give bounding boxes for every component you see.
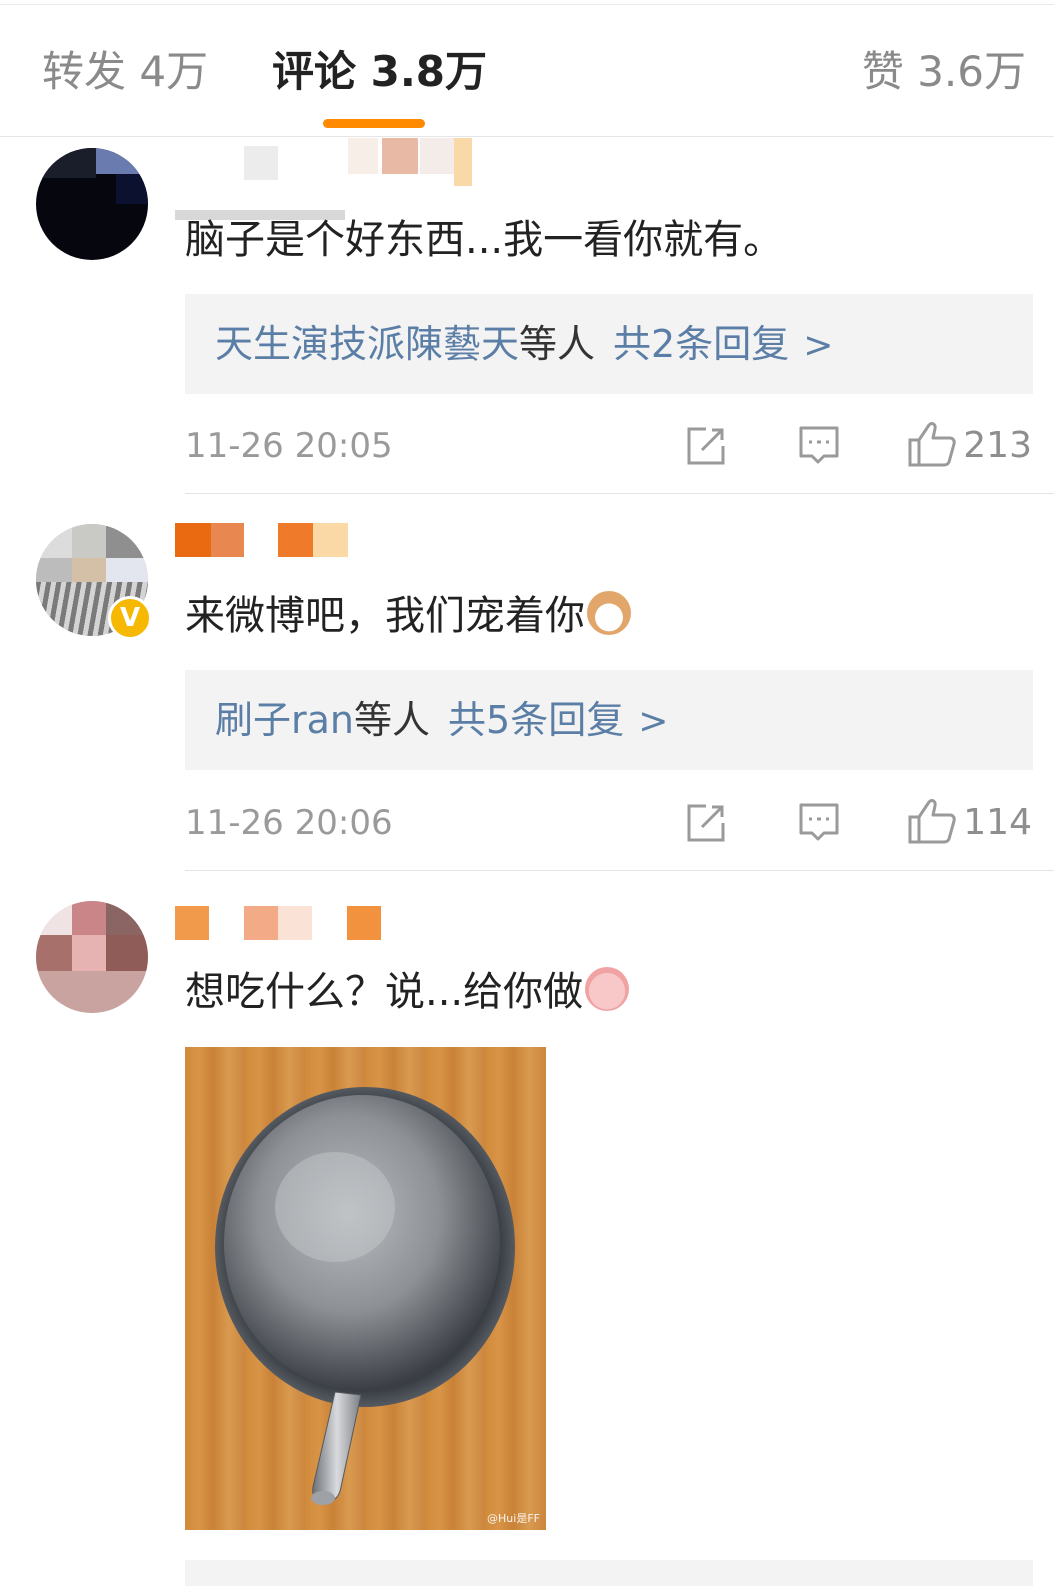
username-blurred[interactable] <box>382 138 418 174</box>
username-blurred[interactable] <box>175 523 211 557</box>
reply-count[interactable]: 共2条回复 <box>613 322 789 366</box>
username-blurred[interactable] <box>278 523 313 557</box>
share-icon[interactable] <box>684 801 728 845</box>
replies-summary[interactable]: 天生演技派陳藝天等人 共2条回复 > <box>185 294 1033 394</box>
tab-likes[interactable]: 赞 3.6万 <box>862 44 1026 100</box>
wok-pan-illustration <box>215 1087 515 1505</box>
comment-text: 来微博吧，我们宠着你 <box>185 588 631 644</box>
username-blurred[interactable] <box>420 138 454 174</box>
comment-divider <box>185 493 1054 494</box>
username-blurred[interactable] <box>211 523 244 557</box>
like-icon[interactable] <box>907 420 957 468</box>
username-blurred[interactable] <box>244 146 278 180</box>
cat-face-icon <box>587 591 631 635</box>
comment-divider <box>185 870 1054 871</box>
reply-users[interactable]: 刷子ran <box>215 698 354 742</box>
like-count: 213 <box>963 425 1032 466</box>
comment-text: 脑子是个好东西...我一看你就有。 <box>185 217 784 263</box>
username-blurred[interactable] <box>454 138 472 186</box>
like-count: 114 <box>963 802 1032 843</box>
avatar[interactable] <box>36 901 148 1013</box>
comment-time: 11-26 20:05 <box>185 426 393 466</box>
pig-face-icon <box>585 967 630 1011</box>
comment-time: 11-26 20:06 <box>185 803 393 843</box>
reply-etc: 等人 <box>354 698 431 742</box>
replies-summary-partial[interactable] <box>185 1560 1033 1586</box>
comment-text: 想吃什么？说...给你做 <box>185 964 630 1020</box>
comment-image[interactable]: @Hui是FF <box>185 1047 546 1530</box>
username-blurred[interactable] <box>278 906 312 940</box>
like-icon[interactable] <box>907 797 957 845</box>
active-tab-indicator <box>323 119 425 128</box>
username-blurred[interactable] <box>244 906 278 940</box>
replies-summary[interactable]: 刷子ran等人 共5条回复 > <box>185 670 1033 770</box>
replies-summary-text: 天生演技派陳藝天等人 共2条回复 > <box>215 316 833 374</box>
tab-comments[interactable]: 评论 3.8万 <box>272 44 487 100</box>
comment-text-body: 想吃什么？说...给你做 <box>185 969 584 1015</box>
verified-badge: V <box>108 596 152 640</box>
username-blurred[interactable] <box>348 138 378 174</box>
comment-text-body: 来微博吧，我们宠着你 <box>185 593 585 639</box>
chevron-right-icon: > <box>803 325 834 366</box>
comment-icon[interactable] <box>797 424 841 468</box>
reply-count[interactable]: 共5条回复 <box>448 698 624 742</box>
replies-summary-text: 刷子ran等人 共5条回复 > <box>215 692 668 750</box>
tab-repost[interactable]: 转发 4万 <box>42 44 208 100</box>
reply-users[interactable]: 天生演技派陳藝天 <box>215 322 519 366</box>
username-blurred[interactable] <box>175 906 209 940</box>
avatar[interactable] <box>36 148 148 260</box>
reply-etc: 等人 <box>519 322 596 366</box>
comment-icon[interactable] <box>797 801 841 845</box>
share-icon[interactable] <box>684 424 728 468</box>
image-watermark: @Hui是FF <box>487 1512 540 1525</box>
comment-tabs: 转发 4万 评论 3.8万 赞 3.6万 <box>0 0 1054 137</box>
chevron-right-icon: > <box>638 701 669 742</box>
username-blurred[interactable] <box>347 906 381 940</box>
username-blurred[interactable] <box>313 523 348 557</box>
